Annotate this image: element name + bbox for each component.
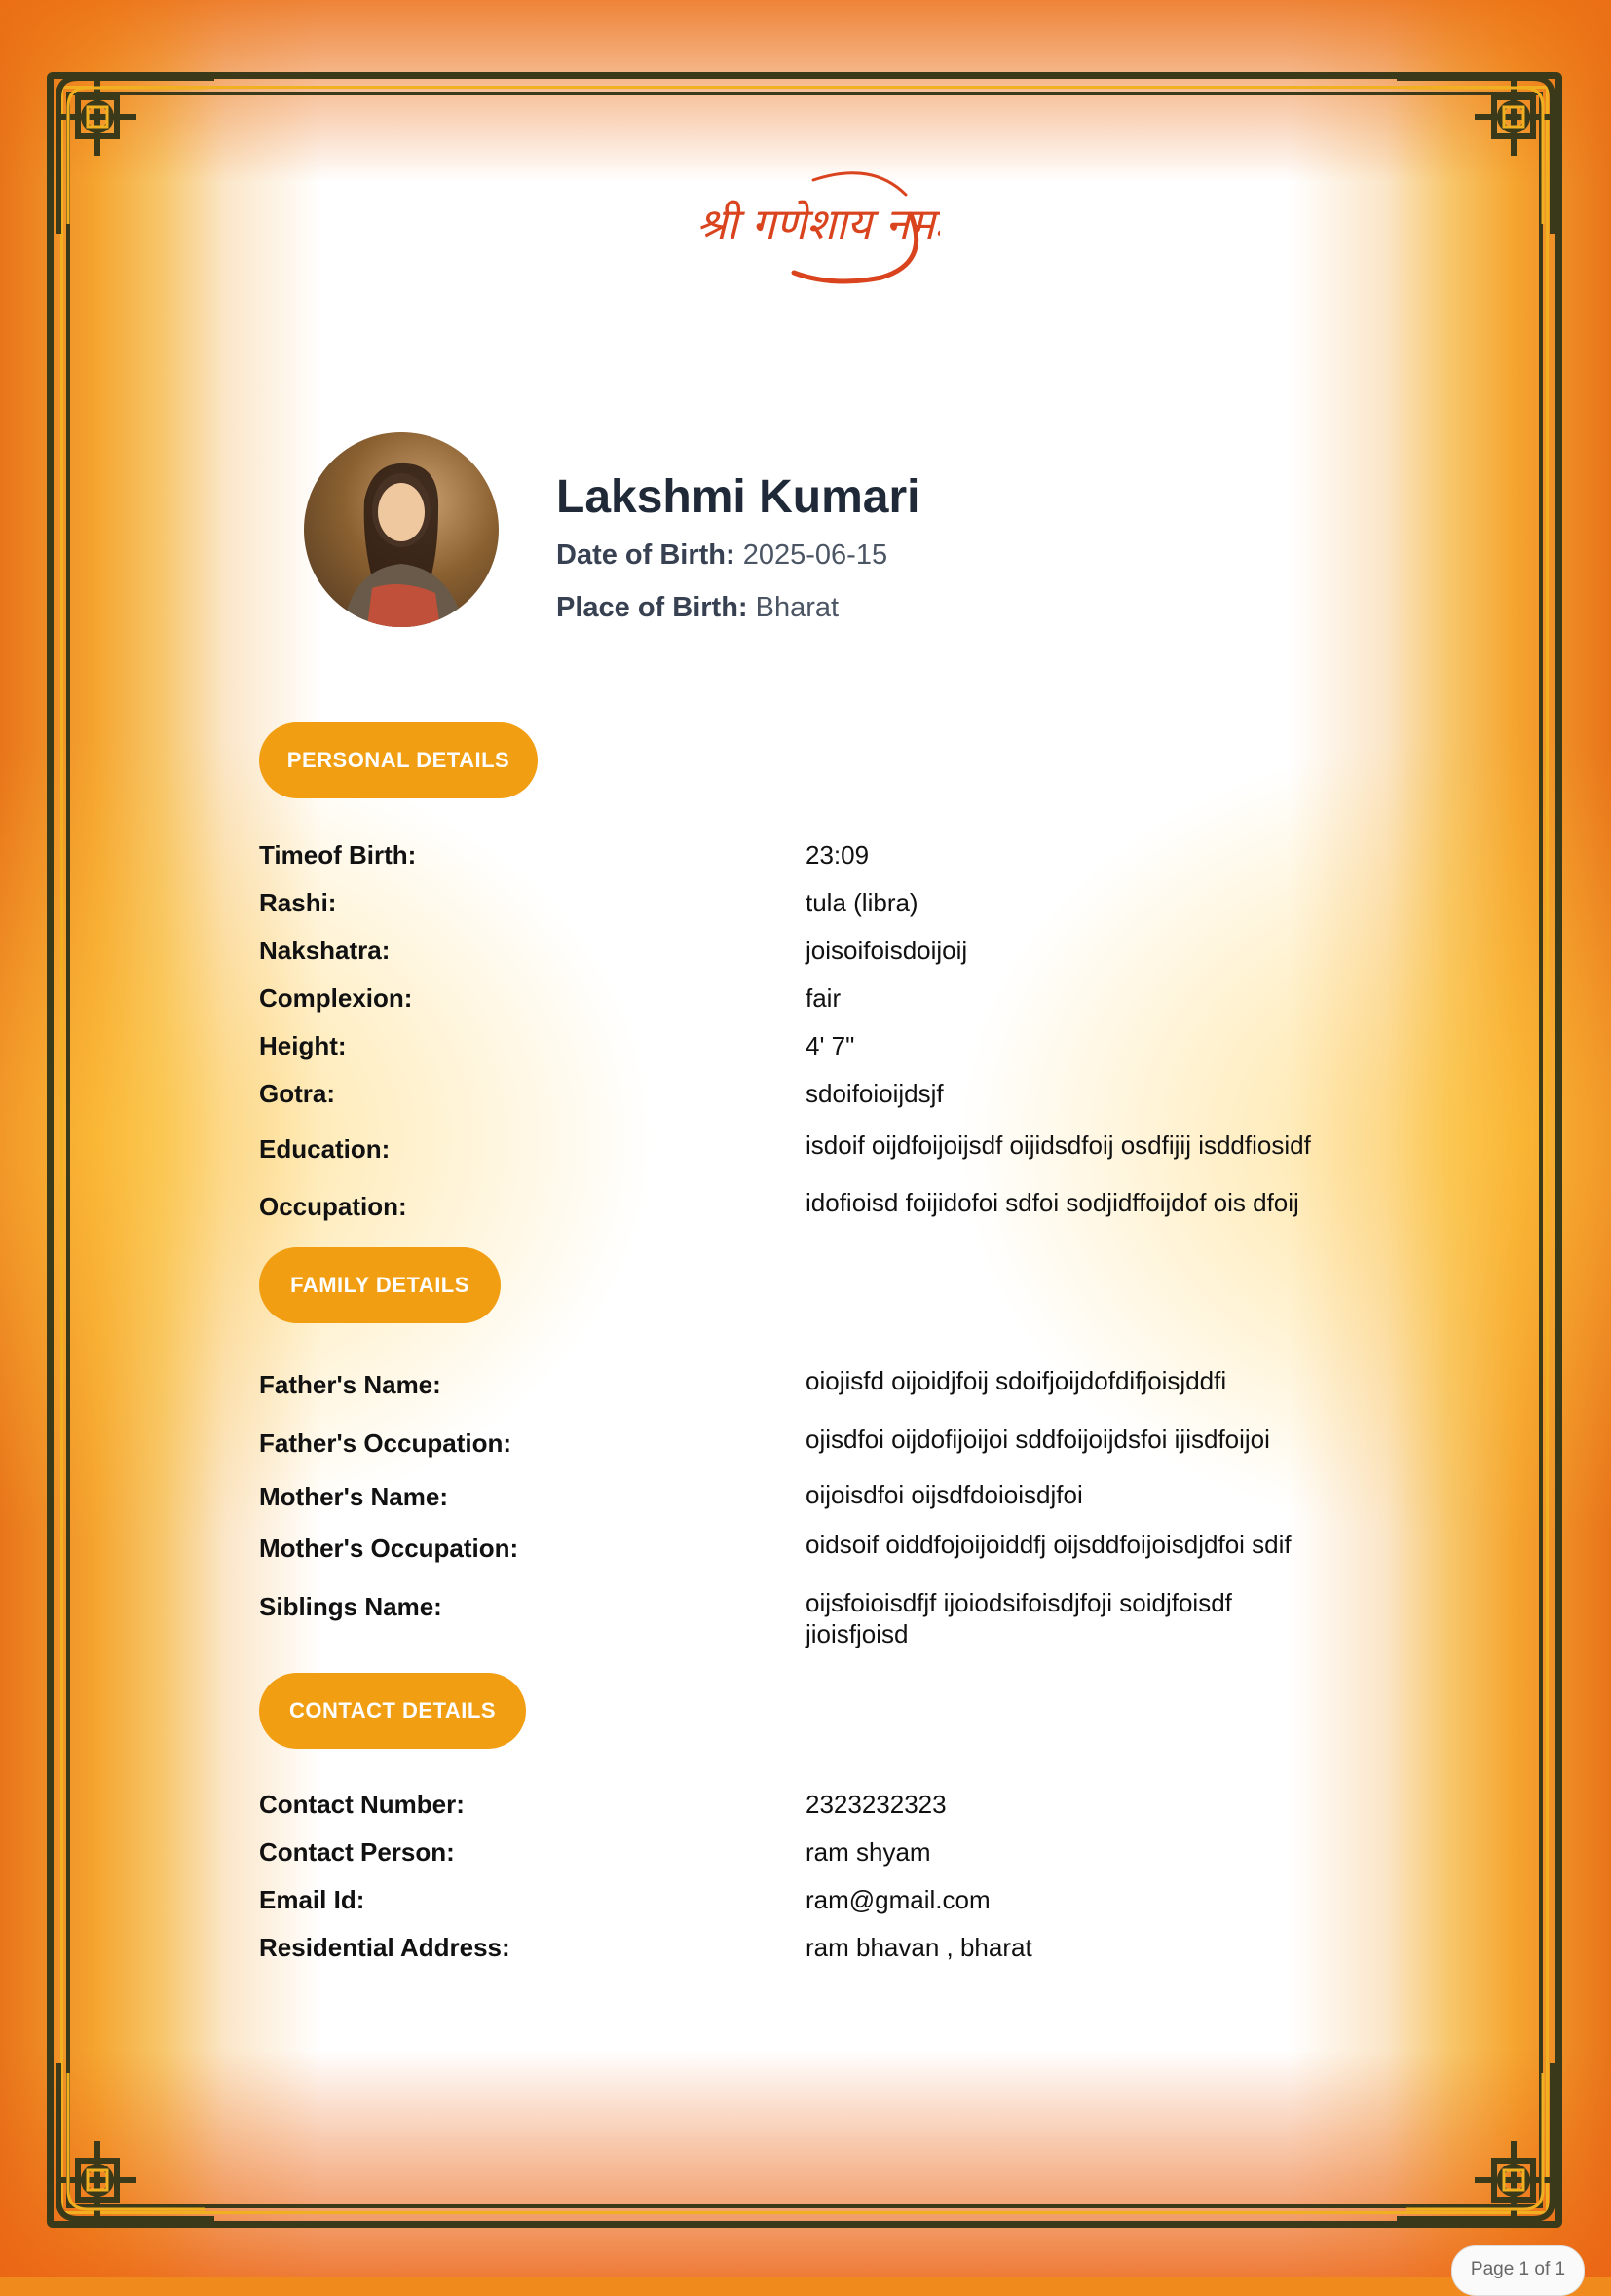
pob-label: Place of Birth:	[556, 592, 748, 623]
detail-value: oijsfoioisdfjf ijoiodsifoisdjfoji soidjf…	[806, 1588, 1232, 1648]
detail-value: 23:09	[806, 840, 870, 870]
corner-ornament-icon	[1397, 2063, 1555, 2222]
detail-value: idofioisd foijidofoi sdfoi sodjidffoijdo…	[806, 1188, 1299, 1217]
detail-value: sdoifoioijdsjf	[806, 1079, 944, 1108]
detail-label: Father's Name:	[259, 1370, 441, 1399]
page-number-badge: Page 1 of 1	[1451, 2245, 1585, 2296]
section-header-family: FAMILY DETAILS	[259, 1247, 501, 1323]
pob-value: Bharat	[755, 592, 840, 623]
detail-label: Siblings Name:	[259, 1592, 442, 1621]
shri-ganeshay-namah-logo: श्री गणेशाय नमः	[696, 171, 940, 284]
detail-label: Father's Occupation:	[259, 1428, 511, 1458]
section-header-personal: PERSONAL DETAILS	[259, 722, 538, 798]
detail-label: Residential Address:	[259, 1933, 510, 1962]
detail-label: Height:	[259, 1031, 347, 1060]
detail-value: fair	[806, 983, 842, 1013]
detail-label: Education:	[259, 1134, 391, 1164]
logo-text: श्री गणेशाय नमः	[696, 200, 940, 249]
detail-value: joisoifoisdoijoij	[806, 936, 968, 965]
detail-label: Contact Person:	[259, 1837, 455, 1867]
biodata-page: श्री गणेशाय नमः Lakshmi Kumari Date of B…	[0, 0, 1611, 2296]
corner-ornament-icon	[56, 2063, 214, 2222]
detail-value: 4' 7"	[806, 1031, 855, 1060]
person-photo-icon	[343, 463, 465, 627]
detail-label: Occupation:	[259, 1192, 407, 1221]
corner-ornament-icon	[56, 75, 214, 234]
profile-photo	[304, 432, 499, 627]
detail-label: Email Id:	[259, 1885, 365, 1914]
detail-value: ojisdfoi oijdofijoijoi sddfoijoijdsfoi i…	[806, 1425, 1270, 1454]
dob-label: Date of Birth:	[556, 539, 735, 571]
detail-value: 2323232323	[806, 1790, 947, 1819]
detail-value: ram bhavan , bharat	[806, 1933, 1032, 1962]
detail-value: ram shyam	[806, 1837, 931, 1867]
section-header-contact: CONTACT DETAILS	[259, 1673, 526, 1749]
detail-label: Nakshatra:	[259, 936, 391, 965]
detail-label: Complexion:	[259, 983, 413, 1013]
place-of-birth: Place of Birth: Bharat	[556, 588, 839, 627]
corner-ornament-icon	[1397, 75, 1555, 234]
detail-label: Gotra:	[259, 1079, 335, 1108]
detail-value: oijoisdfoi oijsdfdoioisdjfoi	[806, 1480, 1083, 1509]
detail-value: oiojisfd oijoidjfoij sdoifjoijdofdifjois…	[806, 1366, 1227, 1395]
detail-label: Mother's Occupation:	[259, 1534, 519, 1563]
detail-value: tula (libra)	[806, 888, 918, 917]
person-name: Lakshmi Kumari	[556, 471, 920, 523]
detail-label: Mother's Name:	[259, 1482, 448, 1511]
detail-label: Timeof Birth:	[259, 840, 417, 870]
detail-value: oidsoif oiddfojoijoiddfj oijsddfoijoisdj…	[806, 1530, 1292, 1559]
detail-value: ram@gmail.com	[806, 1885, 991, 1914]
dob-value: 2025-06-15	[742, 539, 888, 571]
date-of-birth: Date of Birth: 2025-06-15	[556, 536, 887, 574]
detail-label: Contact Number:	[259, 1790, 465, 1819]
detail-value: isdoif oijdfoijoijsdf oijidsdfoij osdfij…	[806, 1130, 1311, 1160]
detail-label: Rashi:	[259, 888, 337, 917]
